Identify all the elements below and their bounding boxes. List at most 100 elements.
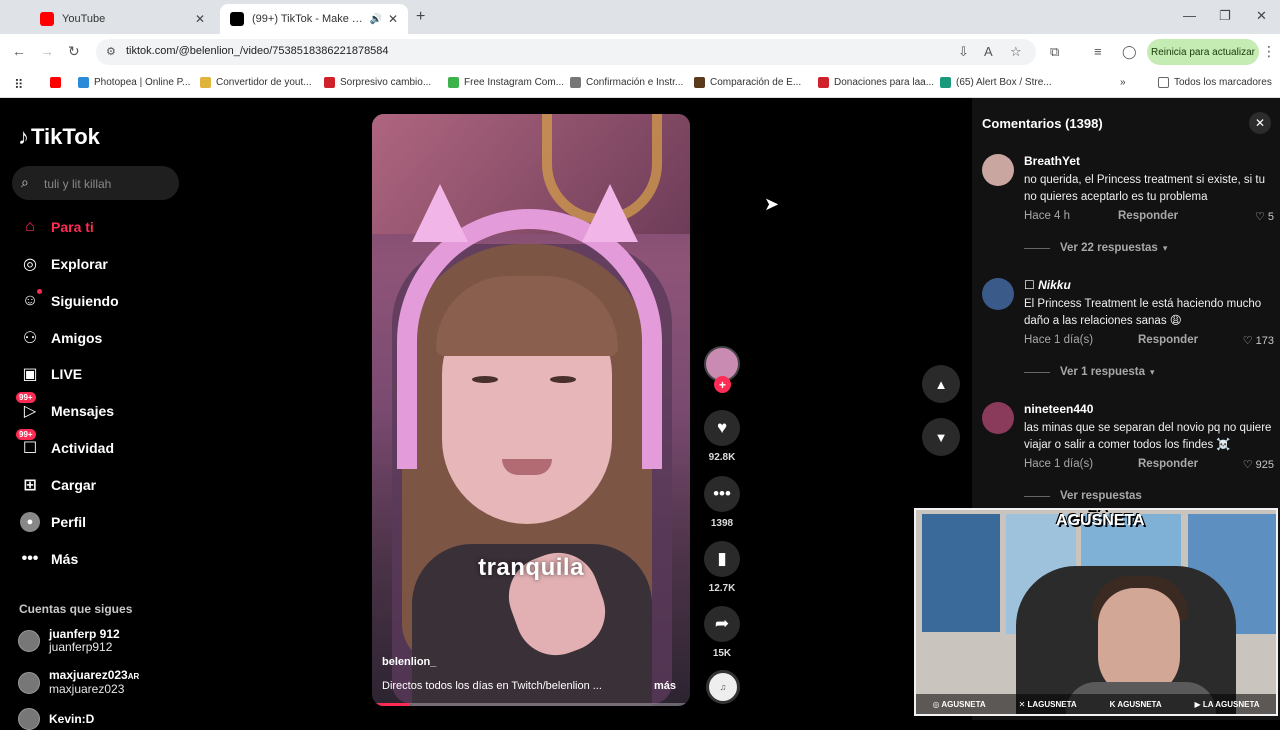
media-icon[interactable]: ≡ [1094,44,1102,59]
following-account[interactable]: maxjuarez023AR maxjuarez023 [18,669,139,696]
music-disc-icon[interactable]: ♫ [706,670,740,704]
bookmark-item[interactable]: Donaciones para laa... [818,77,934,88]
toolbar: ← → ↻ ⚙ tiktok.com/@belenlion_/video/753… [0,34,1280,70]
bookmark-item[interactable]: Confirmación e Instr... [570,77,683,88]
comment-user[interactable]: BreathYet [1024,154,1080,168]
comment-like-count: 5 [1267,211,1274,223]
nav-mas[interactable]: ••• Más [20,546,79,572]
menu-icon[interactable]: ⋮ [1262,43,1276,60]
bookmark-item[interactable]: Convertidor de yout... [200,77,312,88]
folder-icon [1158,77,1169,88]
comment-user[interactable]: ☐ Nikku [1024,278,1071,292]
nav-mensajes[interactable]: ▷ 99+ Mensajes [16,392,114,424]
video-author[interactable]: belenlion_ [382,656,436,668]
nav-amigos[interactable]: ⚇ Amigos [20,325,103,351]
logo-text: TikTok [31,124,100,149]
bookmark-folder-all[interactable]: Todos los marcadores [1158,77,1272,88]
bookmark-item[interactable]: Free Instagram Com... [448,77,564,88]
reload-icon[interactable]: ↻ [68,43,80,60]
close-comments-button[interactable]: ✕ [1249,112,1271,134]
forward-icon[interactable]: → [40,43,54,59]
bookmark-item[interactable]: Sorpresivo cambio... [324,77,431,88]
reply-button[interactable]: Responder [1138,458,1198,470]
bookmark-star-icon[interactable]: ☆ [1010,44,1022,60]
tab-tiktok[interactable]: (99+) TikTok - Make Your Day 🔊 ✕ [220,4,408,34]
chevron-down-icon: ▾ [1162,242,1168,253]
save-button[interactable]: ▮ 12.7K [704,541,740,594]
account-suffix: AR [127,672,140,681]
extensions-icon[interactable]: ⧉ [1050,44,1059,60]
nav-label: Para ti [51,219,94,235]
avatar[interactable] [982,402,1014,434]
messages-icon: ▷ 99+ [16,392,40,421]
back-icon[interactable]: ← [12,43,26,59]
close-icon: ✕ [1254,116,1266,130]
install-icon[interactable]: ⇩ [958,44,969,60]
view-replies-button[interactable]: Ver 1 respuesta ▾ [1024,366,1155,378]
like-button[interactable]: ♥ 92.8K [704,410,740,463]
comment-icon: ••• [704,476,740,512]
new-tab-icon[interactable]: + [416,8,425,26]
tab-youtube[interactable]: YouTube ✕ [30,4,215,34]
comment-like-button[interactable]: ♡ 925 [1243,458,1274,471]
apps-icon[interactable]: ⠿ [14,77,24,93]
video-progress-bar[interactable] [372,703,690,706]
bookmark-youtube[interactable] [50,77,66,88]
site-settings-icon[interactable]: ⚙ [106,45,116,58]
video-player[interactable]: tranquila belenlion_ Directos todos los … [372,114,690,706]
heart-outline-icon: ♡ [1254,211,1268,223]
next-video-button[interactable]: ▼ [922,418,960,456]
comment-button[interactable]: ••• 1398 [704,476,740,529]
photopea-icon [78,77,89,88]
close-icon[interactable]: ✕ [388,12,398,26]
comment-count: 1398 [710,518,734,529]
avatar[interactable] [982,154,1014,186]
nav-live[interactable]: ▣ LIVE [20,361,82,387]
comment-time: Hace 1 día(s) [1024,334,1094,346]
reply-button[interactable]: Responder [1118,210,1178,222]
speaker-icon[interactable]: 🔊 [369,14,381,25]
bookmark-label: Todos los marcadores [1174,77,1272,88]
maximize-icon[interactable]: ❐ [1219,8,1231,24]
nav-actividad[interactable]: ☐ 99+ Actividad [16,429,114,461]
share-button[interactable]: ➦ 15K [704,606,740,659]
nav-explorar[interactable]: ◎ Explorar [20,251,108,277]
view-replies-button[interactable]: Ver respuestas [1024,490,1142,502]
window-close-icon[interactable]: ✕ [1256,8,1267,24]
follow-plus-icon[interactable]: + [714,376,731,393]
view-replies-button[interactable]: Ver 22 respuestas ▾ [1024,242,1167,254]
comment-like-button[interactable]: ♡ 173 [1243,334,1274,347]
nav-perfil[interactable]: ● Perfil [20,509,86,535]
address-bar[interactable]: ⚙ tiktok.com/@belenlion_/video/753851838… [96,39,1036,65]
tab-label: YouTube [62,13,106,25]
activity-icon: ☐ 99+ [16,429,40,458]
nav-label: Siguiendo [51,293,119,309]
bookmark-item[interactable]: Photopea | Online P... [78,77,190,88]
minimize-icon[interactable]: — [1183,8,1196,23]
youtube-icon [50,77,61,88]
account-icon[interactable]: ◯ [1122,44,1137,60]
bookmark-label: Comparación de E... [710,77,802,88]
save-count: 12.7K [708,583,736,594]
close-icon[interactable]: ✕ [195,12,205,26]
nav-siguiendo[interactable]: ☺ Siguiendo [20,288,119,314]
bookmark-item[interactable]: Comparación de E... [694,77,801,88]
following-icon: ☺ [20,289,42,311]
comment-like-button[interactable]: ♡ 5 [1255,210,1274,223]
search-input[interactable]: ⌕ tuli y lit killah [12,166,179,200]
nav-cargar[interactable]: ⊞ Cargar [20,472,96,498]
bookmark-item[interactable]: (65) Alert Box / Stre... [940,77,1052,88]
following-account[interactable]: Kevin:D [18,708,94,730]
chevron-more-icon[interactable]: » [1120,77,1126,88]
comment-like-count: 173 [1255,335,1274,347]
comment-user[interactable]: nineteen440 [1024,402,1093,416]
following-account[interactable]: juanferp 912 juanferp912 [18,628,120,654]
previous-video-button[interactable]: ▲ [922,365,960,403]
reply-button[interactable]: Responder [1138,334,1198,346]
nav-para-ti[interactable]: ⌂ Para ti [20,214,94,240]
tiktok-logo[interactable]: ♪ TikTok [18,124,100,150]
update-button[interactable]: Reinicia para actualizar [1147,39,1259,65]
translate-icon[interactable]: A [984,44,993,59]
more-link[interactable]: más [654,680,676,692]
avatar[interactable] [982,278,1014,310]
